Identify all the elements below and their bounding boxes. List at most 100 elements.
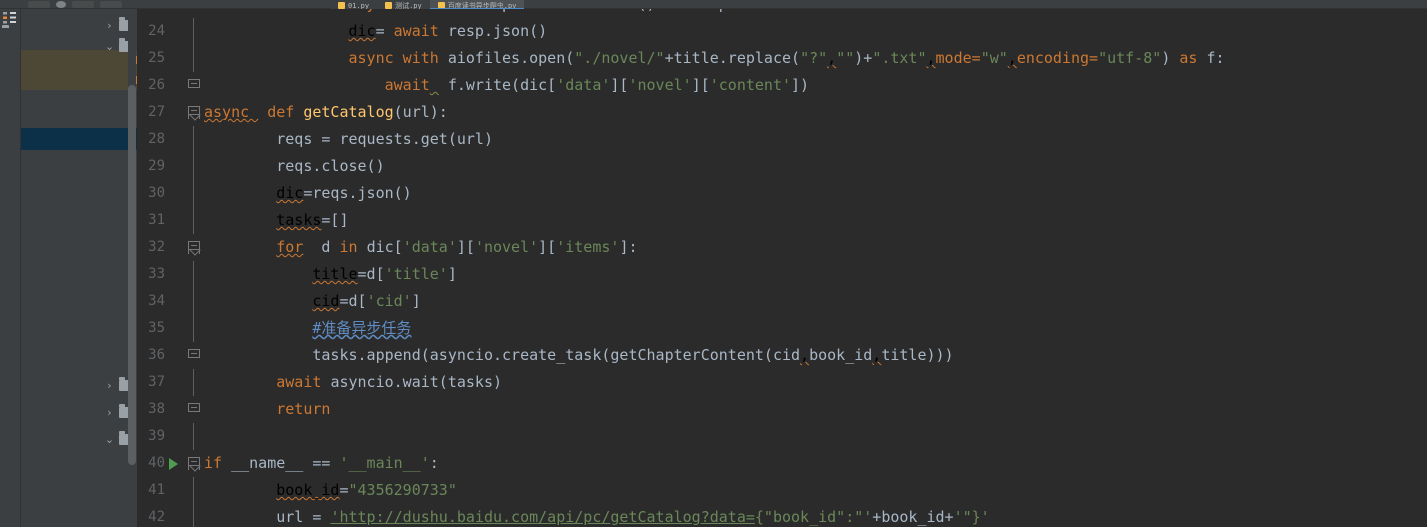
- code-text: reqs.close(): [276, 157, 385, 175]
- tree-row-expanded-1[interactable]: ⌄: [21, 33, 138, 60]
- tree-row-highlight-2[interactable]: [21, 70, 138, 90]
- gutter-marker[interactable]: [171, 207, 202, 234]
- code-text: await f.write(dic['data']['novel']['cont…: [384, 76, 810, 94]
- fold-end-icon[interactable]: [188, 79, 200, 92]
- gutter-marker[interactable]: [171, 234, 202, 261]
- gutter-marker[interactable]: [171, 180, 202, 207]
- chevron-right-icon[interactable]: ›: [103, 407, 116, 418]
- line-number: 36: [148, 347, 165, 363]
- project-folder-icon[interactable]: [2, 28, 18, 42]
- open-button[interactable]: [28, 0, 50, 8]
- fold-guide-line: [193, 423, 194, 450]
- python-file-icon: [437, 2, 445, 9]
- fold-collapse-icon[interactable]: [188, 241, 200, 254]
- fold-guide-line: [193, 180, 194, 207]
- gutter-marker[interactable]: [171, 504, 202, 527]
- gutter-marker[interactable]: [171, 45, 202, 72]
- structure-tool-icon[interactable]: [2, 10, 18, 24]
- fold-end-icon[interactable]: [188, 349, 200, 362]
- tree-row-selected[interactable]: [21, 128, 138, 150]
- gutter-marker[interactable]: [171, 153, 202, 180]
- code-line: 33 title=d['title']: [137, 261, 1427, 288]
- gutter-marker[interactable]: [171, 288, 202, 315]
- code-text: if __name__ == '__main__':: [204, 454, 439, 472]
- gutter-marker[interactable]: [171, 99, 202, 126]
- ide-window: 01.py 测试.py 百度读书异步爬虫.py › ⌄ › › ⌄ 24 dic…: [0, 0, 1427, 527]
- line-number: 29: [148, 158, 165, 174]
- gutter-marker[interactable]: [171, 72, 202, 99]
- gutter-marker[interactable]: [171, 18, 202, 45]
- gutter-marker[interactable]: [171, 396, 202, 423]
- code-line: 32 for d in dic['data']['novel']['items'…: [137, 234, 1427, 261]
- line-number: 25: [148, 50, 165, 66]
- undo-button[interactable]: [100, 0, 122, 8]
- project-scrollbar[interactable]: [128, 9, 136, 527]
- line-number: 23: [137, 9, 171, 18]
- code-text: title=d['title']: [312, 265, 457, 283]
- chevron-right-icon[interactable]: ›: [103, 380, 116, 391]
- code-line: 26 await f.write(dic['data']['novel']['c…: [137, 72, 1427, 99]
- gutter-marker[interactable]: [169, 450, 202, 477]
- code-line: 38 return: [137, 396, 1427, 423]
- tree-row-collapsed-2[interactable]: ›: [21, 372, 138, 399]
- sync-button[interactable]: [56, 0, 66, 8]
- tree-row-expanded-2[interactable]: ⌄: [21, 426, 138, 453]
- gutter-marker[interactable]: [171, 261, 202, 288]
- gutter-marker[interactable]: [171, 315, 202, 342]
- code-editor[interactable]: 23 async with aiohttp.ClientSession() as…: [137, 9, 1427, 527]
- line-number: 34: [148, 293, 165, 309]
- code-line: 27 async def getCatalog(url):: [137, 99, 1427, 126]
- code-text: await asyncio.wait(tasks): [276, 373, 503, 391]
- chevron-down-icon[interactable]: ⌄: [103, 41, 116, 52]
- gutter-marker[interactable]: [171, 342, 202, 369]
- gutter-marker[interactable]: [171, 126, 202, 153]
- line-number: 30: [148, 185, 165, 201]
- line-number: 28: [148, 131, 165, 147]
- code-line: 40 if __name__ == '__main__':: [137, 450, 1427, 477]
- gutter-marker[interactable]: [171, 477, 202, 504]
- code-text: cid=d['cid']: [312, 292, 421, 310]
- fold-collapse-icon[interactable]: [188, 457, 200, 470]
- fold-guide-line: [193, 126, 194, 153]
- left-tool-strip: [0, 9, 21, 527]
- fold-guide-line: [193, 45, 194, 72]
- code-line: 42 url = 'http://dushu.baidu.com/api/pc/…: [137, 504, 1427, 527]
- fold-guide-line: [193, 18, 194, 45]
- code-line: 24 dic= await resp.json(): [137, 18, 1427, 45]
- gutter-marker[interactable]: [171, 9, 202, 18]
- code-line: 39: [137, 423, 1427, 450]
- line-number: 40: [148, 455, 165, 471]
- line-number: 41: [148, 482, 165, 498]
- code-line: 29 reqs.close(): [137, 153, 1427, 180]
- code-line: 25 async with aiofiles.open("./novel/"+t…: [137, 45, 1427, 72]
- line-number: 35: [148, 320, 165, 336]
- line-number: 42: [148, 509, 165, 525]
- line-number: 26: [148, 77, 165, 93]
- code-text: tasks=[]: [276, 211, 349, 229]
- chevron-right-icon[interactable]: ›: [103, 20, 116, 31]
- code-line: 37 await asyncio.wait(tasks): [137, 369, 1427, 396]
- code-text: reqs = requests.get(url): [276, 130, 493, 148]
- scrollbar-thumb[interactable]: [128, 85, 136, 465]
- gutter-marker[interactable]: [171, 369, 202, 396]
- code-line: 36 tasks.append(asyncio.create_task(getC…: [137, 342, 1427, 369]
- gutter-marker[interactable]: [171, 423, 202, 450]
- line-number: 39: [148, 428, 165, 444]
- save-button[interactable]: [72, 0, 94, 8]
- line-number: 24: [148, 23, 165, 39]
- code-line: 30 dic=reqs.json(): [137, 180, 1427, 207]
- tree-row-collapsed-3[interactable]: ›: [21, 399, 138, 426]
- fold-guide-line: [193, 504, 194, 527]
- fold-guide-line: [193, 207, 194, 234]
- code-line: 31 tasks=[]: [137, 207, 1427, 234]
- chevron-down-icon[interactable]: ⌄: [103, 434, 116, 445]
- line-number: 37: [148, 374, 165, 390]
- code-text: book_id="4356290733": [276, 481, 457, 499]
- code-line: 35 #准备异步任务: [137, 315, 1427, 342]
- run-arrow-icon[interactable]: [169, 458, 178, 470]
- code-text: for d in dic['data']['novel']['items']:: [276, 238, 638, 256]
- fold-guide-line: [193, 369, 194, 396]
- fold-collapse-icon[interactable]: [188, 106, 200, 119]
- fold-end-icon[interactable]: [188, 403, 200, 416]
- project-tool-window: › ⌄ › › ⌄: [21, 9, 138, 527]
